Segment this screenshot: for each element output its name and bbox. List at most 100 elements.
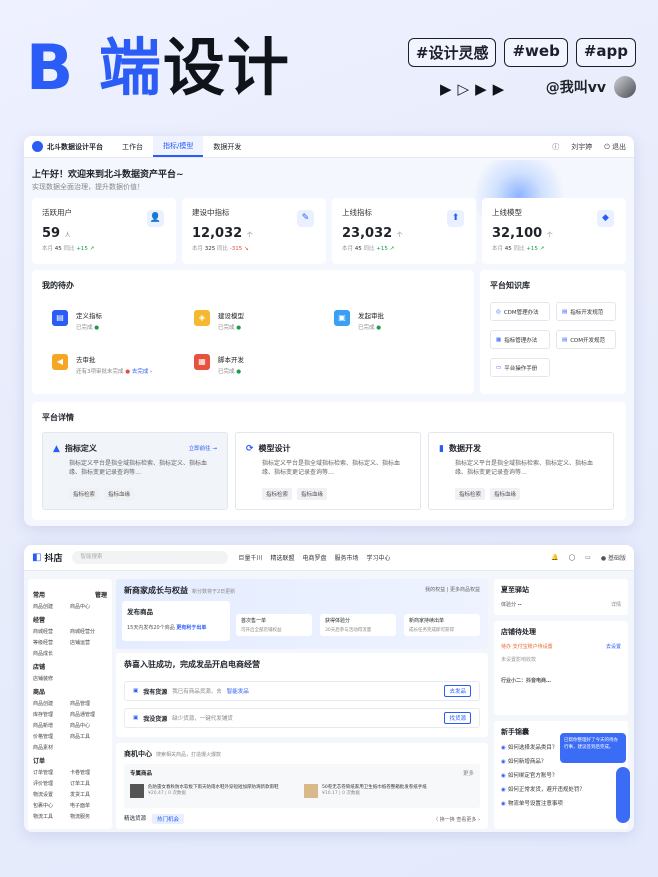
side-item[interactable]: 等级经营 — [33, 639, 70, 646]
side-item[interactable]: 店铺装修 — [33, 675, 70, 682]
side-item[interactable]: 物流设置 — [33, 791, 70, 798]
nav-metrics-models[interactable]: 指标/模型 — [153, 136, 204, 157]
smart-publish-link[interactable]: 智能发品 — [227, 687, 249, 695]
side-item[interactable]: 商品创建 — [33, 603, 70, 610]
side-item[interactable]: 商城经营分 — [70, 628, 107, 635]
publish-card[interactable]: 发布商品 15天内发布20个商品 更有利于出单 — [122, 601, 230, 641]
find-source-button[interactable]: 找货源 — [444, 712, 471, 724]
side-item[interactable]: 物流工具 — [33, 813, 70, 820]
product-item[interactable]: 危防雷女春秋防水软板下雨天防雨水鞋外穿短短加厚防滑新款雨鞋 ¥20.47 | 0 … — [130, 784, 300, 798]
go-now-link[interactable]: 立即前往 → — [189, 444, 217, 452]
side-item[interactable]: 商品管理 — [70, 700, 107, 707]
kb-item[interactable]: ▤ CDM开发规范 — [556, 330, 616, 349]
nav-item[interactable]: 电商罗盘 — [303, 553, 327, 562]
kb-item[interactable]: ▭ 平台操作手册 — [490, 358, 550, 377]
publish-link[interactable]: 更有利于出单 — [176, 625, 206, 631]
nav-workbench[interactable]: 工作台 — [112, 136, 153, 157]
tab-hot-opportunity[interactable]: 热门机会 — [152, 814, 185, 824]
pager[interactable]: 〈 换一换 查看更多 › — [433, 816, 480, 823]
guide-item[interactable]: 如何选择发品类目？ — [508, 745, 558, 751]
side-item[interactable]: 包裹中心 — [33, 802, 70, 809]
platform-logo[interactable]: 北斗数据设计平台 — [32, 141, 112, 152]
side-item[interactable]: 商品中心 — [70, 603, 107, 610]
chip[interactable]: 指标血缘 — [297, 488, 328, 500]
hashtag[interactable]: #web — [504, 38, 568, 67]
user-name[interactable]: 刘宇婷 — [571, 142, 592, 152]
opportunity-title: 商机中心 — [124, 750, 152, 758]
nav-item[interactable]: 精选联盟 — [270, 553, 294, 562]
bell-icon[interactable]: 🔔 — [551, 554, 558, 561]
stat-yoy: +15 ↗ — [76, 246, 95, 252]
help-icon[interactable]: ⓘ — [552, 142, 559, 152]
chip[interactable]: 指标检索 — [455, 488, 486, 500]
shop-logo[interactable]: ◧ 抖店 — [32, 551, 62, 564]
logout-button[interactable]: ⏻ 退出 — [604, 142, 626, 152]
side-item[interactable]: 评价管理 — [33, 780, 70, 787]
todo-item[interactable]: ▤ 定义指标 已完成 ● — [52, 310, 102, 331]
guide-item[interactable]: 如何正常发货，避开违规处罚？ — [508, 787, 585, 793]
chip[interactable]: 指标血缘 — [104, 488, 135, 500]
product-item[interactable]: 50卷无芯卷筒纸家用卫生纸巾纸卷整箱批发卷纸手纸 ¥10.17 | 0 次数据 — [304, 784, 474, 798]
side-item[interactable]: 商城经营 — [33, 628, 70, 635]
side-item[interactable]: 商品中心 — [70, 722, 107, 729]
guide-item[interactable]: 如何新增商品？ — [508, 759, 547, 765]
side-item[interactable]: 商品通管理 — [70, 711, 107, 718]
go-publish-button[interactable]: 去发品 — [444, 685, 471, 697]
detail-link[interactable]: 详情 — [611, 601, 621, 608]
side-item[interactable]: 电子面单 — [70, 802, 107, 809]
search-input[interactable]: 智能搜索 — [72, 551, 229, 564]
assistant-robot-icon[interactable] — [616, 767, 630, 823]
stat-unit: 个 — [396, 232, 403, 239]
todo-item[interactable]: ▦ 脚本开发 已完成 ● — [194, 354, 244, 375]
helper-text[interactable]: 行业小二：抖音电商… — [501, 677, 621, 684]
chip[interactable]: 指标检索 — [69, 488, 100, 500]
hashtag[interactable]: #app — [575, 38, 636, 67]
more-link[interactable]: 更多 — [463, 769, 474, 777]
side-item[interactable]: 卡卷管理 — [70, 769, 107, 776]
kb-item[interactable]: ▦ 指标管理办法 — [490, 330, 550, 349]
side-item[interactable]: 订单工具 — [70, 780, 107, 787]
manage-link[interactable]: 管理 — [95, 590, 107, 599]
side-item[interactable]: 物流服务 — [70, 813, 107, 820]
todo-item[interactable]: ▣ 发起审批 已完成 ● — [334, 310, 384, 331]
side-item[interactable]: 商品成长 — [33, 650, 70, 657]
side-item[interactable]: 订单管理 — [33, 769, 70, 776]
side-item[interactable]: 商品创建 — [33, 700, 70, 707]
side-item[interactable]: 价格管理 — [33, 733, 70, 740]
side-item[interactable]: 商品工具 — [70, 733, 107, 740]
shop-icon[interactable]: ▭ — [585, 554, 591, 561]
hero-title: B 端设计 — [26, 28, 291, 108]
todo-item[interactable]: ◈ 建设模型 已完成 ● — [194, 310, 244, 331]
nav-data-dev[interactable]: 数据开发 — [203, 136, 251, 157]
tab-selected-source[interactable]: 精选货源 — [124, 814, 146, 824]
assistant-bubble[interactable]: 已帮你整理好了今天的待办行事，建议签到后完成。 — [560, 733, 626, 763]
side-item[interactable]: 库存管理 — [33, 711, 70, 718]
nav-item[interactable]: 服务市场 — [335, 553, 359, 562]
side-item[interactable]: 商品新增 — [33, 722, 70, 729]
guide-item[interactable]: 物流单号设置注意事项 — [508, 801, 563, 807]
cube-icon: ◆ — [597, 210, 614, 227]
todo-go-link[interactable]: 去完成 › — [132, 369, 152, 375]
chip[interactable]: 指标检索 — [262, 488, 293, 500]
todo-item[interactable]: ◀ 去审批 还有3项审批未完成 ● 去完成 › — [52, 354, 152, 375]
chip[interactable]: 指标血缘 — [490, 488, 521, 500]
store-switch[interactable]: ● 基础版 — [601, 553, 626, 562]
detail-card[interactable]: ▲ 指标定义 立即前往 → 指标定义平台是指全域指标检索、指标定义、指标血缘、指标… — [42, 432, 228, 510]
kb-item[interactable]: ▤ 指标开发规范 — [556, 302, 616, 321]
kb-item[interactable]: ◎ CDM管理办法 — [490, 302, 550, 321]
detail-card[interactable]: ⟳ 模型设计 指标定义平台是指全域指标检索、指标定义、指标血缘、指标变更记录查询等… — [235, 432, 421, 510]
go-set-link[interactable]: 去设置 — [606, 643, 621, 650]
kb-label: CDM管理办法 — [503, 309, 539, 316]
side-item[interactable]: 店铺运营 — [70, 639, 107, 646]
guide-item[interactable]: 如何绑定官方账号？ — [508, 773, 558, 779]
detail-card[interactable]: ▮ 数据开发 指标定义平台是指全域指标检索、指标定义、指标血缘、指标变更记录查询等… — [428, 432, 614, 510]
growth-links[interactable]: 我的权益 | 更多商品权益 — [425, 586, 480, 593]
store-name: 基础版 — [607, 555, 626, 562]
side-item[interactable]: 商品素材 — [33, 744, 70, 751]
nav-item[interactable]: 巨量千川 — [238, 553, 262, 562]
hashtag[interactable]: #设计灵感 — [407, 38, 497, 67]
side-item[interactable]: 发货工具 — [70, 791, 107, 798]
message-icon[interactable]: ◯ — [568, 554, 575, 561]
nav-item[interactable]: 学习中心 — [367, 553, 391, 562]
stat-yoy: -315 ↘ — [229, 246, 249, 252]
